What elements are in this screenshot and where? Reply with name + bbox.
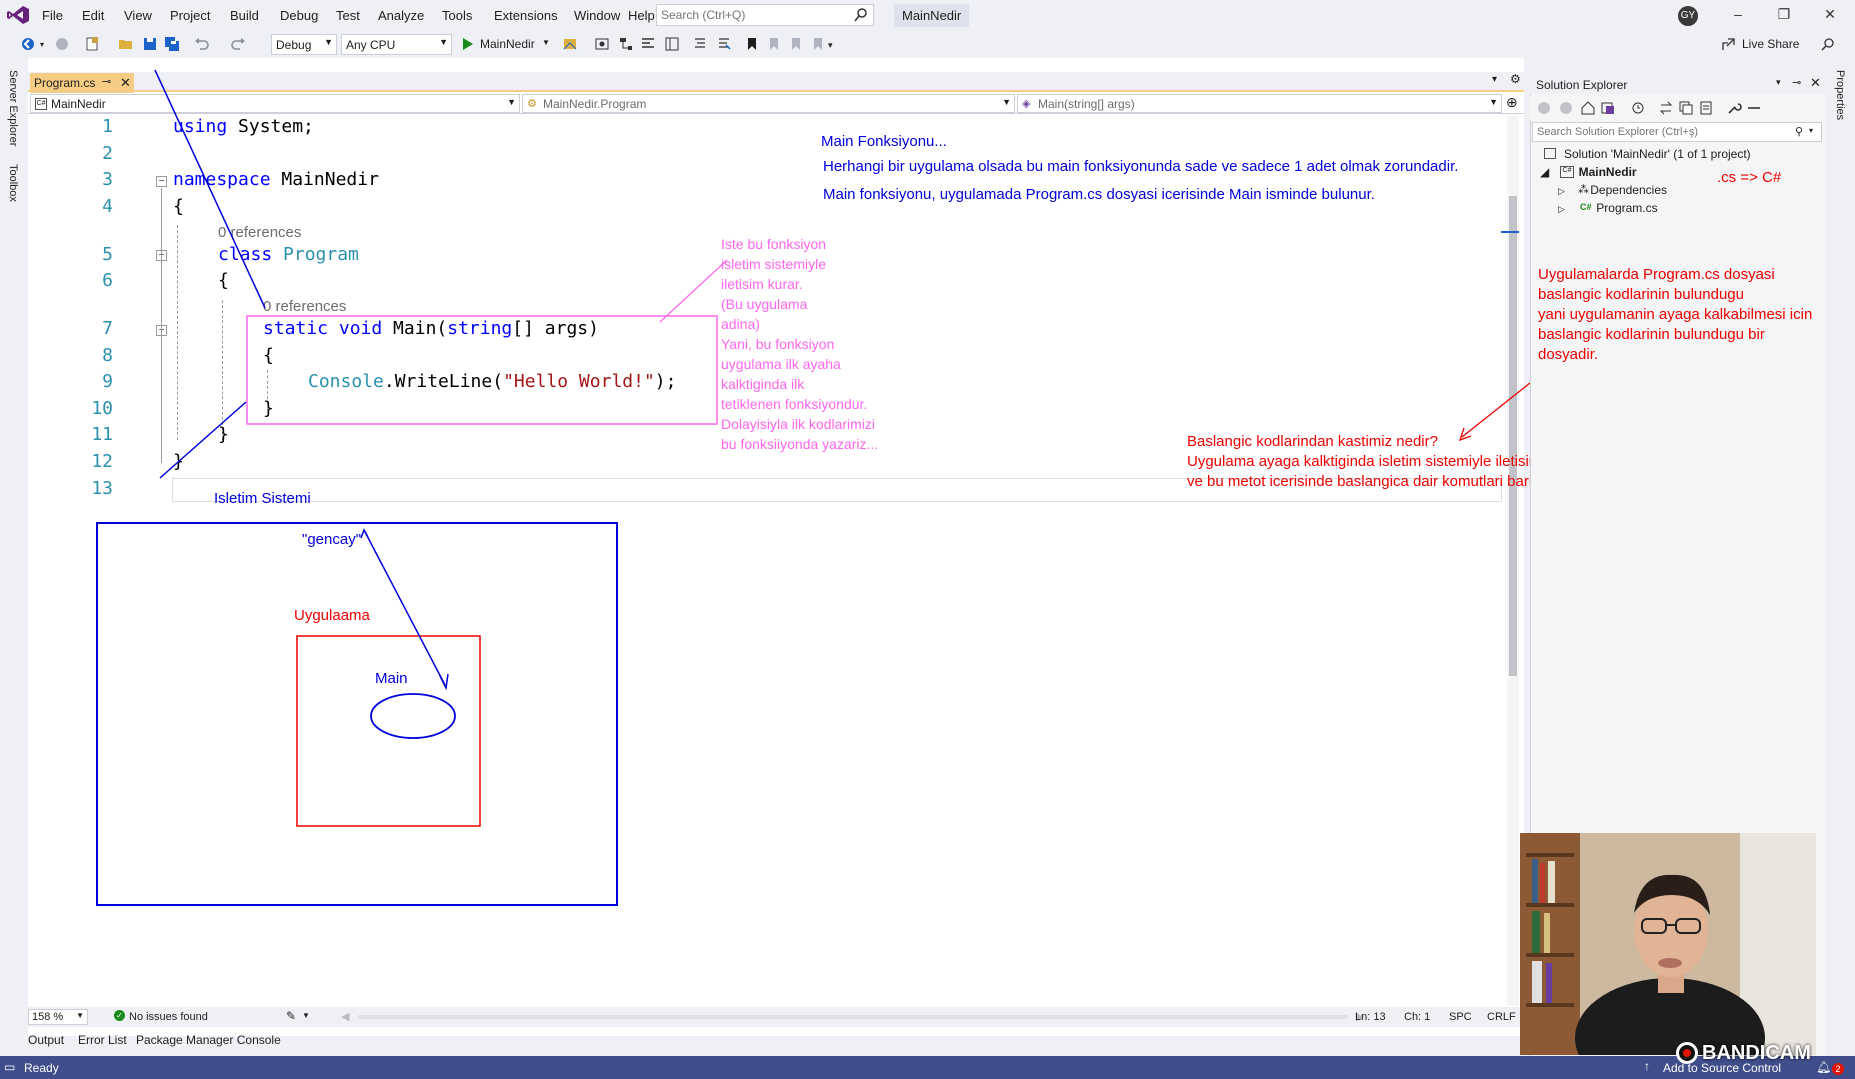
preview-icon[interactable]: [1746, 100, 1762, 116]
annotation-os-box: [96, 522, 618, 906]
status-ready: Ready: [24, 1061, 59, 1075]
csharp-file-icon: C#: [1580, 202, 1592, 212]
status-bar: ▭ Ready ↑ Add to Source Control 🔔︎ 2: [0, 1056, 1855, 1079]
cursor-column: Ch: 1: [1404, 1011, 1431, 1023]
history-icon[interactable]: [1630, 100, 1646, 116]
annotation-red-arrow: [1461, 382, 1531, 438]
tab-output[interactable]: Output: [28, 1033, 64, 1047]
expanded-caret-icon[interactable]: ◢: [1540, 165, 1549, 179]
annotation-main-highlight-box: [246, 315, 718, 425]
record-dot-icon: [1683, 1049, 1691, 1057]
notifications-bell-icon[interactable]: 🔔︎: [1816, 1060, 1831, 1074]
properties-tab[interactable]: Properties: [1834, 70, 1846, 120]
annotation-arrow-line: [154, 69, 266, 309]
collapse-all-icon[interactable]: [1678, 100, 1694, 116]
tree-solution-node[interactable]: Solution 'MainNedir' (1 of 1 project): [1544, 147, 1751, 161]
annotation-app-box: [296, 635, 481, 827]
chevron-down-icon[interactable]: ▾: [1809, 126, 1813, 135]
tree-file-node[interactable]: ▷ C# Program.cs: [1558, 201, 1658, 215]
zoom-dropdown[interactable]: 158 % ▼: [28, 1009, 88, 1025]
dependencies-icon: ⁂: [1578, 184, 1589, 196]
tree-project-label: MainNedir: [1578, 165, 1637, 179]
scroll-left-icon[interactable]: ◀: [341, 1010, 349, 1023]
tree-solution-label: Solution 'MainNedir' (1 of 1 project): [1564, 147, 1751, 161]
solution-icon: [1544, 148, 1556, 159]
pin-icon[interactable]: ⊸: [1792, 76, 1801, 89]
collapsed-caret-icon[interactable]: ▷: [1558, 204, 1565, 214]
right-tool-rail: Properties: [1825, 58, 1855, 1056]
cursor-line: Ln: 13: [1355, 1011, 1386, 1023]
annotation-main-ellipse: [370, 693, 456, 739]
webcam-overlay: [1520, 833, 1816, 1055]
annotation-red-file-note: Uygulamalarda Program.cs dosyasi baslang…: [1538, 266, 1813, 363]
solution-explorer-title: Solution Explorer: [1536, 78, 1628, 92]
tab-package-manager-console[interactable]: Package Manager Console: [136, 1033, 281, 1047]
annotation-arrow-line: [159, 401, 247, 479]
notifications-count: 2: [1832, 1063, 1844, 1075]
tree-project-node[interactable]: ◢ C# MainNedir: [1540, 165, 1637, 179]
panel-menu-icon[interactable]: ▾: [1776, 77, 1781, 88]
tree-dependencies-label: Dependencies: [1590, 183, 1667, 197]
chevron-down-icon[interactable]: ▼: [302, 1011, 310, 1020]
forward-icon[interactable]: [1558, 100, 1574, 116]
collapsed-caret-icon[interactable]: ▷: [1558, 186, 1565, 196]
tree-dependencies-node[interactable]: ▷ ⁂ Dependencies: [1558, 183, 1667, 197]
line-ending-mode[interactable]: CRLF: [1487, 1011, 1516, 1023]
tab-error-list[interactable]: Error List: [78, 1033, 127, 1047]
solution-search[interactable]: ⚲ ▾: [1532, 122, 1822, 142]
arrowhead-icon: [439, 673, 449, 691]
switch-views-icon[interactable]: [1600, 100, 1616, 116]
watermark-text: BANDICAM: [1702, 1042, 1811, 1064]
webcam-image: [1520, 833, 1816, 1055]
annotation-pink-arrow: [659, 259, 728, 323]
solution-explorer-toolbar: [1530, 96, 1825, 120]
csharp-project-icon: C#: [1560, 166, 1574, 178]
editor-status-strip: 158 % ▼ ✓ No issues found ✎ ▼ ◀ ▶ Ln: 13…: [28, 1007, 1524, 1027]
solution-explorer-header: Solution Explorer ▾ ⊸ ✕: [1530, 74, 1825, 94]
tree-file-label: Program.cs: [1596, 201, 1658, 215]
editor-horizontal-scrollbar[interactable]: [358, 1015, 1348, 1019]
annotation-arrow-line: [363, 529, 446, 686]
issues-status[interactable]: No issues found: [129, 1011, 208, 1023]
code-cleanup-brush-icon[interactable]: ✎: [286, 1009, 296, 1023]
source-control-arrow-icon[interactable]: ↑: [1644, 1059, 1650, 1073]
status-ready-icon: ▭: [4, 1060, 16, 1074]
solution-search-input[interactable]: [1533, 123, 1783, 141]
show-all-files-icon[interactable]: [1698, 100, 1714, 116]
search-icon[interactable]: ⚲: [1795, 125, 1803, 138]
check-icon: ✓: [114, 1010, 125, 1021]
properties-wrench-icon[interactable]: [1726, 100, 1742, 116]
close-panel-icon[interactable]: ✕: [1810, 75, 1821, 91]
chevron-down-icon: ▼: [76, 1011, 84, 1020]
back-icon[interactable]: [1536, 100, 1552, 116]
whitespace-mode[interactable]: SPC: [1449, 1011, 1472, 1023]
zoom-value: 158 %: [32, 1011, 64, 1023]
annotation-cs-note: .cs => C#: [1717, 169, 1782, 186]
home-icon[interactable]: [1580, 100, 1596, 116]
sync-icon[interactable]: [1658, 100, 1674, 116]
